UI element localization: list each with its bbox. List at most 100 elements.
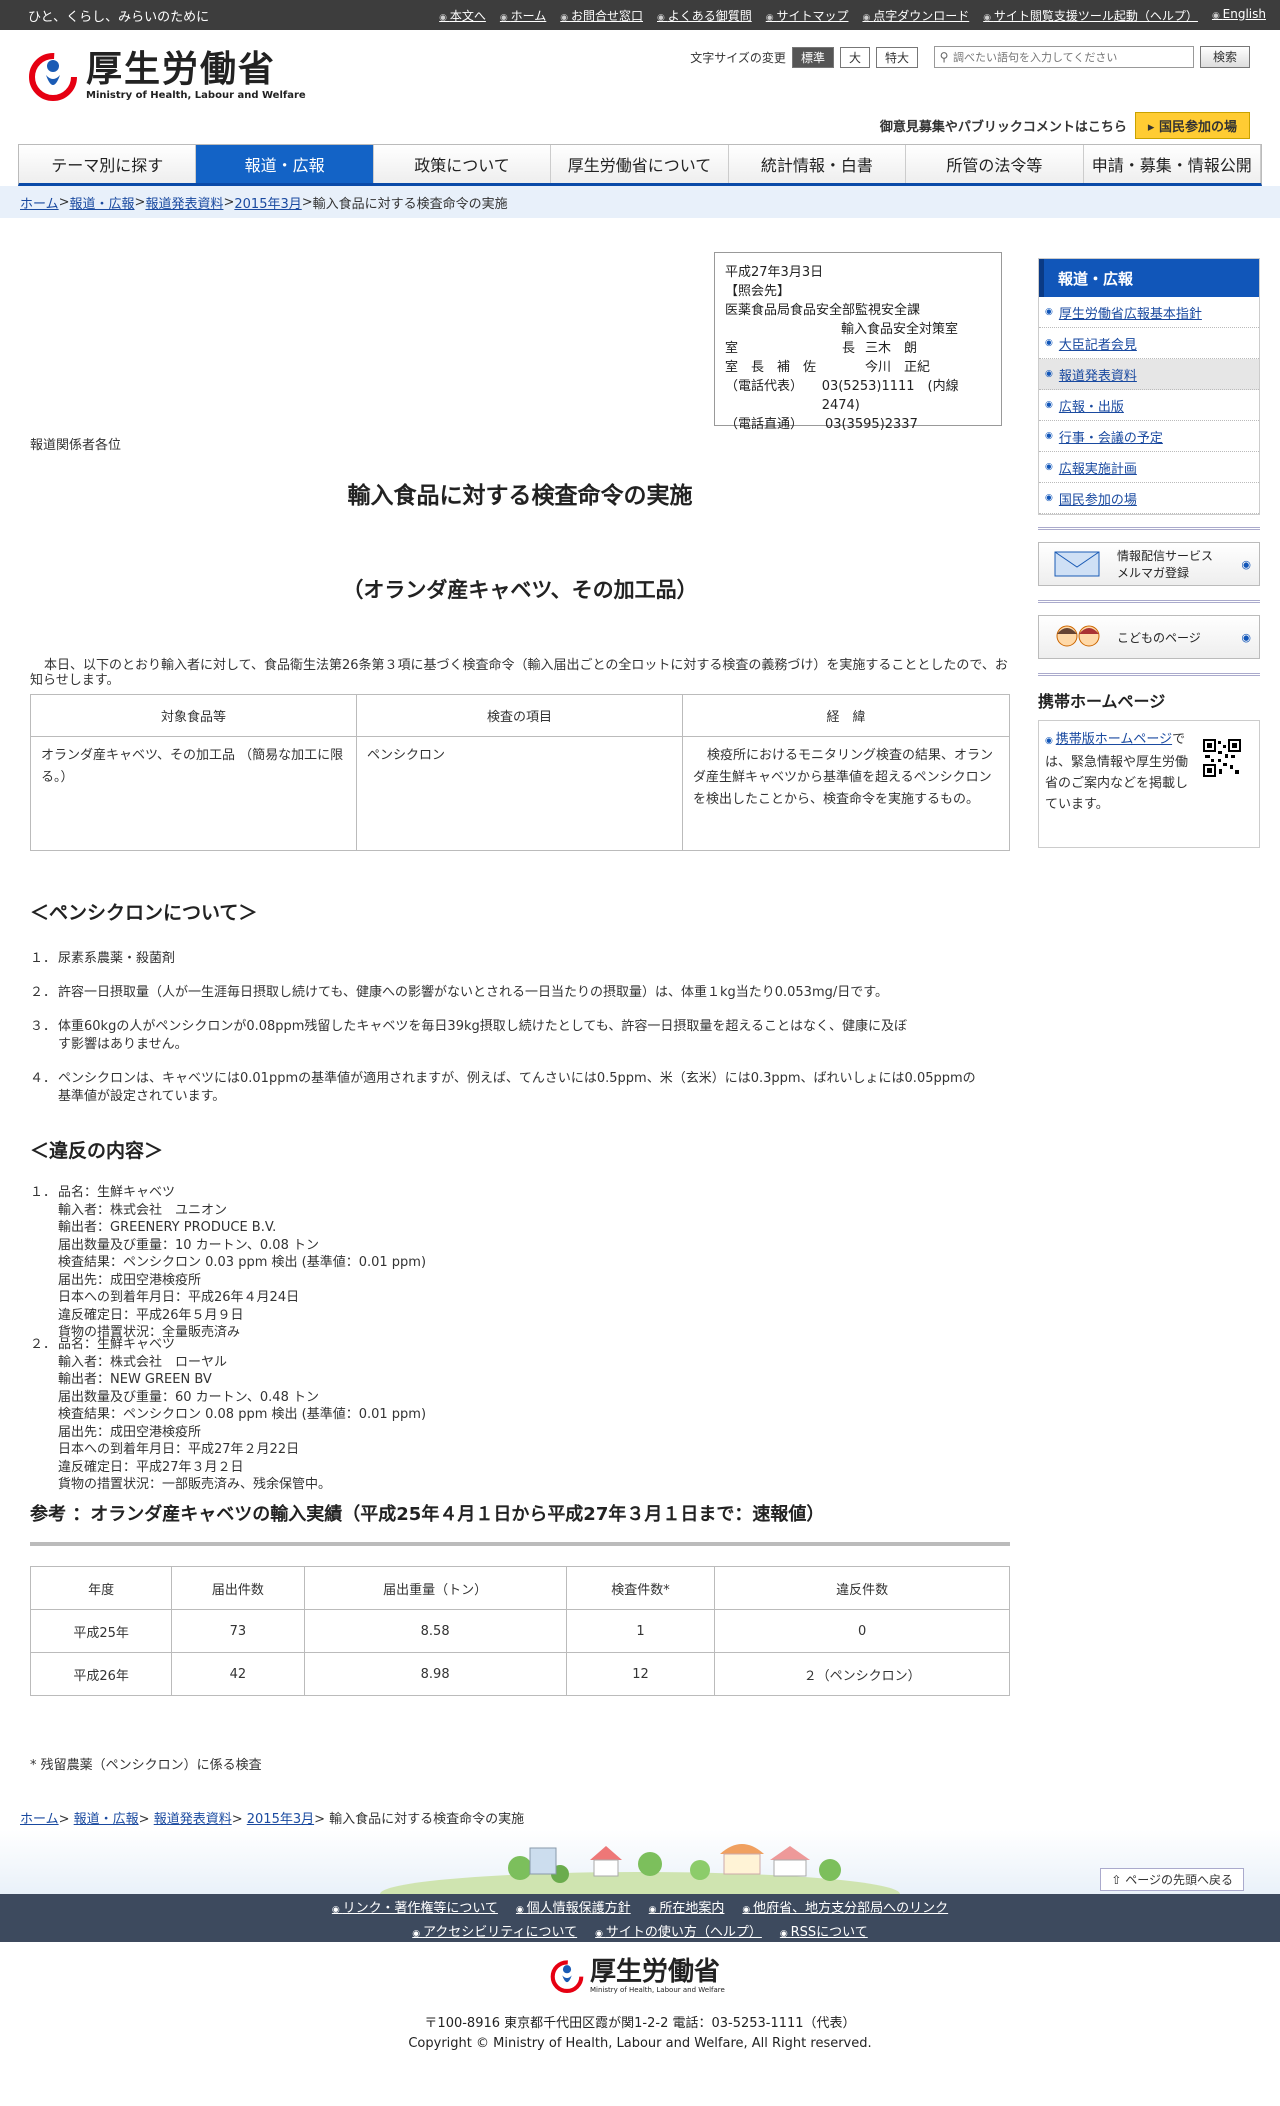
link-english[interactable]: English [1212,7,1266,24]
nav-laws[interactable]: 所管の法令等 [906,145,1084,183]
breadcrumb-home[interactable]: ホーム [20,193,59,212]
arrow-icon: ◉ [1241,557,1251,571]
public-participation-button[interactable]: ▸ 国民参加の場 [1134,112,1250,139]
search-box: ⚲ [933,46,1194,68]
kids-page-banner[interactable]: こどものページ ◉ [1038,615,1260,659]
fontsize-standard-button[interactable]: 標準 [791,46,834,68]
violation-heading: ＜違反の内容＞ [30,1140,164,1162]
contact-deputy-name: 今川 正紀 [865,360,931,375]
footer-link-copyright[interactable]: リンク・著作権等について [332,1897,498,1916]
violation-line: 届出先：成田空港検疫所 [58,1272,202,1288]
global-nav: テーマ別に探す 報道・広報 政策について 厚生労働省について 統計情報・白書 所… [18,144,1262,186]
breadcrumb-home[interactable]: ホーム [20,1812,59,1827]
nav-press[interactable]: 報道・広報 [196,145,374,183]
mail-banner-line2: メルマガ登録 [1117,566,1190,580]
page-top-button[interactable]: ⇧ ページの先頭へ戻る [1100,1868,1244,1891]
breadcrumb-month[interactable]: 2015年3月 [247,1812,314,1827]
footer-link-accessibility[interactable]: アクセシビリティについて [412,1921,577,1940]
sidebar-item[interactable]: ◉ 広報実施計画 [1039,452,1259,483]
table-row: 平成25年 73 8.58 1 0 [29,1609,1010,1653]
link-accessibility-tool[interactable]: サイト閲覧支援ツール起動（ヘルプ） [983,7,1198,24]
list-item: ３． 体重60kgの人がペンシクロンが0.08ppm残留したキャベツを毎日39kg… [30,1018,1010,1054]
mhlw-logo-icon [29,52,77,101]
table-header-row: 年度 届出件数 届出重量（トン） 検査件数* 違反件数 [29,1566,1010,1610]
breadcrumb-month[interactable]: 2015年3月 [234,193,301,212]
sidebar-item[interactable]: ◉ 国民参加の場 [1039,483,1259,514]
violation-line: 輸出者：NEW GREEN BV [58,1372,212,1387]
sidebar-item[interactable]: ◉ 大臣記者会見 [1039,328,1259,359]
link-contact[interactable]: お問合せ窓口 [560,7,643,24]
nav-about[interactable]: 厚生労働省について [551,145,729,183]
fontsize-label: 文字サイズの変更 [690,50,786,65]
site-tagline: ひと、くらし、みらいのために [28,9,210,25]
divider [1038,600,1260,603]
table-cell: 8.98 [303,1652,567,1696]
nav-applications[interactable]: 申請・募集・情報公開 [1084,145,1261,183]
link-home[interactable]: ホーム [500,7,547,24]
violation-line: 違反確定日：平成27年３月２日 [58,1459,244,1475]
footer-link-privacy[interactable]: 個人情報保護方針 [516,1897,631,1916]
link-faq[interactable]: よくある御質問 [657,7,752,24]
list-item: ２． 許容一日摂取量（人が一生涯毎日摂取し続けても、健康への影響がないとされる一日… [30,984,1010,1002]
table-header: 検査件数* [565,1566,716,1610]
contact-chief-title: 室 長 [725,341,856,356]
footer-copyright: Copyright © Ministry of Health, Labour a… [408,2036,872,2051]
sidebar-item[interactable]: ◉ 広報・出版 [1039,390,1259,421]
utility-links: 本文へ ホーム お問合せ窓口 よくある御質問 サイトマップ 点字ダウンロード サ… [439,7,1266,24]
top-bar: ひと、くらし、みらいのために 本文へ ホーム お問合せ窓口 よくある御質問 サイ… [0,0,1280,30]
footer-address: 〒100-8916 東京都千代田区霞が関1-2-2 電話：03-5253-111… [424,2016,856,2031]
divider [1038,527,1260,530]
violation-line: 届出数量及び重量：60 カートン、0.48 トン [58,1389,319,1405]
breadcrumb-releases[interactable]: 報道発表資料 [145,193,223,212]
fontsize-xlarge-button[interactable]: 特大 [875,46,918,68]
list-item: １． 尿素系農薬・殺菌剤 [30,950,1010,968]
contact-chief-name: 三木 朗 [865,341,918,356]
footer-link-help[interactable]: サイトの使い方（ヘルプ） [595,1921,762,1940]
public-comment-link[interactable]: 御意見募集やパブリックコメントはこちら [880,116,1127,135]
sidebar-item[interactable]: ◉ 厚生労働省広報基本指針 [1039,297,1259,328]
nav-theme[interactable]: テーマ別に探す [19,145,197,183]
mail-banner-line1: 情報配信サービス [1117,549,1214,563]
sidebar-item-label: 大臣記者会見 [1058,337,1137,353]
breadcrumb-press[interactable]: 報道・広報 [70,193,135,212]
mobile-link[interactable]: 携帯版ホームページ [1056,732,1172,747]
list-text: 尿素系農薬・殺菌剤 [58,951,176,966]
fontsize-large-button[interactable]: 大 [839,46,870,68]
breadcrumb-current: 輸入食品に対する検査命令の実施 [329,1812,525,1827]
sidebar-item-label: 厚生労働省広報基本指針 [1058,306,1202,322]
link-braille[interactable]: 点字ダウンロード [862,7,969,24]
link-sitemap[interactable]: サイトマップ [766,7,848,24]
list-number: ２． [30,985,57,1000]
mobile-heading: 携帯ホームページ [1038,692,1166,711]
contact-deputy-title: 室 長 補 佐 [725,360,817,375]
table-cell: 検疫所におけるモニタリング検査の結果、オランダ産生鮮キャベツから基準値を超えるペ… [682,736,1010,851]
table-row: オランダ産キャベツ、その加工品 （簡易な加工に限る。） ペンシクロン 検疫所にお… [30,736,1010,851]
nav-policy[interactable]: 政策について [374,145,552,183]
pencycuron-heading: ＜ペンシクロンについて＞ [30,902,258,924]
mail-magazine-banner[interactable]: 情報配信サービス メルマガ登録 ◉ [1038,542,1260,586]
contact-tel-rep-label: （電話代表） [725,379,804,394]
table-cell: 平成26年 [29,1652,173,1696]
breadcrumb-press[interactable]: 報道・広報 [74,1812,139,1827]
search-button[interactable]: 検索 [1199,46,1250,68]
site-logo[interactable]: 厚生労働省 Ministry of Health, Labour and Wel… [28,50,306,101]
footer-link-rss[interactable]: RSSについて [780,1921,868,1940]
sidebar-item[interactable]: ◉ 報道発表資料 [1039,359,1259,390]
sidebar-item[interactable]: ◉ 行事・会議の予定 [1039,421,1259,452]
nav-statistics[interactable]: 統計情報・白書 [729,145,907,183]
mhlw-logo-icon [550,1960,584,1993]
footer-link-other-ministries[interactable]: 他府省、地方支分部局へのリンク [742,1897,948,1916]
sidebar-item-label: 広報・出版 [1058,399,1124,415]
list-number: ２． [30,1337,57,1352]
list-text: ペンシクロンは、キャベツには0.01ppmの基準値が適用されますが、例えば、てん… [58,1071,976,1104]
link-skip-to-content[interactable]: 本文へ [439,7,486,24]
list-number: １． [30,951,57,966]
footer-link-location[interactable]: 所在地案内 [649,1897,724,1916]
contact-heading: 【照会先】 [725,284,791,299]
bullet-icon: ◉ [1045,369,1053,379]
table-cell: 73 [171,1609,305,1653]
footer-links-row: リンク・著作権等について 個人情報保護方針 所在地案内 他府省、地方支分部局への… [0,1894,1280,1918]
breadcrumb-releases[interactable]: 報道発表資料 [154,1812,232,1827]
footer-logo-english: Ministry of Health, Labour and Welfare [590,1986,725,1994]
search-input[interactable] [952,47,1193,67]
